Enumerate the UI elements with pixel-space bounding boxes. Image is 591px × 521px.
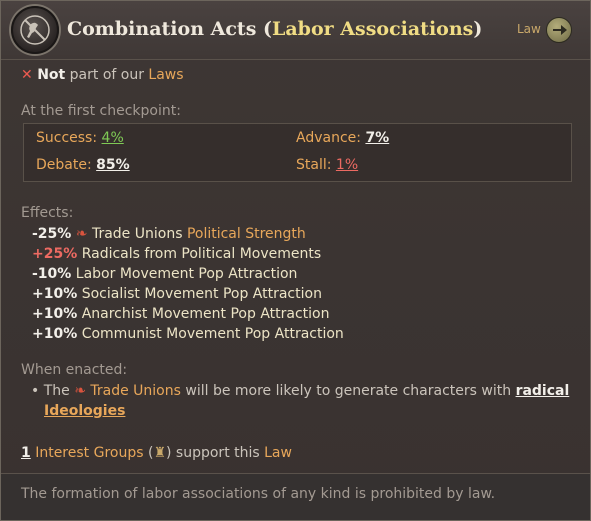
effect-text: Radicals from Political Movements [77, 246, 322, 262]
effect-item: -10% Labor Movement Pop Attraction [32, 266, 297, 282]
stall-value: 1% [335, 157, 359, 173]
effect-text: Anarchist Movement Pop Attraction [77, 306, 330, 322]
title-highlight: Labor Associations [272, 18, 474, 40]
trade-unions-link[interactable]: Trade Unions [90, 383, 181, 399]
effect-item: -25% ❧ Trade Unions Political Strength [32, 226, 306, 242]
law-link[interactable]: Law [264, 445, 292, 461]
effect-value: +10% [32, 326, 78, 342]
effects-heading: Effects: [21, 205, 74, 221]
effect-text: Labor Movement Pop Attraction [71, 266, 298, 282]
tooltip-footer: The formation of labor associations of a… [1, 474, 590, 520]
advance-label: Advance: [296, 130, 366, 146]
law-description: The formation of labor associations of a… [21, 486, 496, 502]
interest-group-icon: ♜ [153, 445, 167, 461]
trade-union-icon: ❧ [74, 383, 86, 399]
tooltip-header: Combination Acts (Labor Associations) La… [1, 1, 590, 60]
status-text: part of our [65, 67, 149, 83]
support-line: 1 Interest Groups (♜) support this Law [21, 445, 292, 461]
debate-value: 85% [96, 157, 130, 173]
effect-value: -25% [32, 226, 72, 242]
effect-item: +10% Anarchist Movement Pop Attraction [32, 306, 329, 322]
advance-chance: Advance: 7% [296, 130, 389, 146]
checkpoint-heading: At the first checkpoint: [21, 103, 181, 119]
stall-chance: Stall: 1% [296, 157, 358, 173]
law-emblem-icon [11, 6, 59, 54]
effect-value: +10% [32, 286, 78, 302]
support-count: 1 [21, 445, 31, 461]
effect-value: +25% [32, 246, 78, 262]
title-end: ) [473, 18, 483, 40]
effect-item: +10% Communist Movement Pop Attraction [32, 326, 344, 342]
enacted-heading: When enacted: [21, 362, 128, 378]
status-not: Not [37, 67, 66, 83]
success-chance: Success: 4% [36, 130, 124, 146]
go-to-law-button[interactable] [546, 17, 572, 43]
debate-label: Debate: [36, 157, 97, 173]
effect-text: Trade Unions [87, 226, 187, 242]
support-paren-open: ( [143, 445, 154, 461]
stall-label: Stall: [296, 157, 336, 173]
debate-chance: Debate: 85% [36, 157, 130, 173]
arrow-right-icon [553, 25, 567, 35]
success-label: Success: [36, 130, 102, 146]
effect-value: +10% [32, 306, 78, 322]
enacted-prefix: • The [31, 383, 75, 399]
effect-extra-link[interactable]: Political Strength [187, 226, 306, 242]
effect-item: +25% Radicals from Political Movements [32, 246, 321, 262]
enacted-bullet-cont: Ideologies [44, 403, 125, 419]
title-main: Combination Acts ( [67, 18, 273, 40]
law-tag-label: Law [517, 22, 541, 36]
law-tooltip-panel: Combination Acts (Labor Associations) La… [0, 0, 591, 521]
effect-item: +10% Socialist Movement Pop Attraction [32, 286, 322, 302]
success-value: 4% [101, 130, 124, 146]
laws-link[interactable]: Laws [148, 67, 183, 83]
law-status-line: ✕ Not part of our Laws [21, 67, 184, 83]
advance-value: 7% [365, 130, 390, 146]
ideologies-link[interactable]: Ideologies [44, 403, 125, 419]
law-title: Combination Acts (Labor Associations) [67, 18, 482, 40]
effect-text: Communist Movement Pop Attraction [77, 326, 344, 342]
trade-union-icon: ❧ [75, 226, 88, 242]
cross-icon: ✕ [21, 67, 33, 83]
effect-value: -10% [32, 266, 72, 282]
enacted-bullet: • The ❧ Trade Unions will be more likely… [31, 383, 569, 399]
enacted-text: will be more likely to generate characte… [180, 383, 516, 399]
radical-link[interactable]: radical [516, 383, 570, 399]
support-paren-close: ) support this [166, 445, 265, 461]
effect-text: Socialist Movement Pop Attraction [77, 286, 322, 302]
interest-groups-link[interactable]: Interest Groups [35, 445, 143, 461]
